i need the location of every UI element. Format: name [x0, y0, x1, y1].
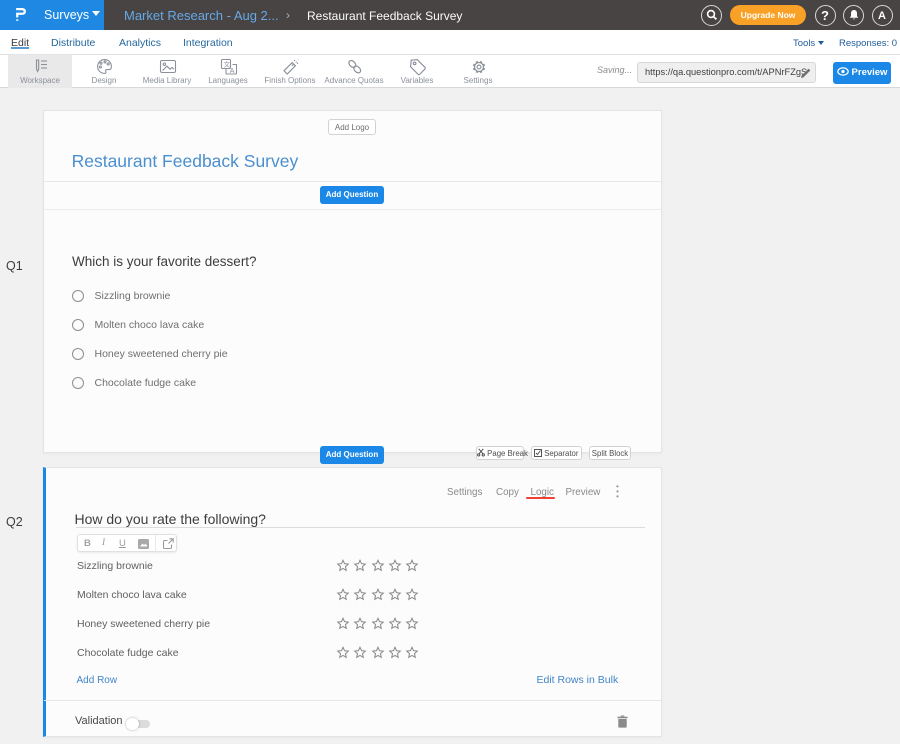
svg-text:A: A	[230, 68, 235, 75]
